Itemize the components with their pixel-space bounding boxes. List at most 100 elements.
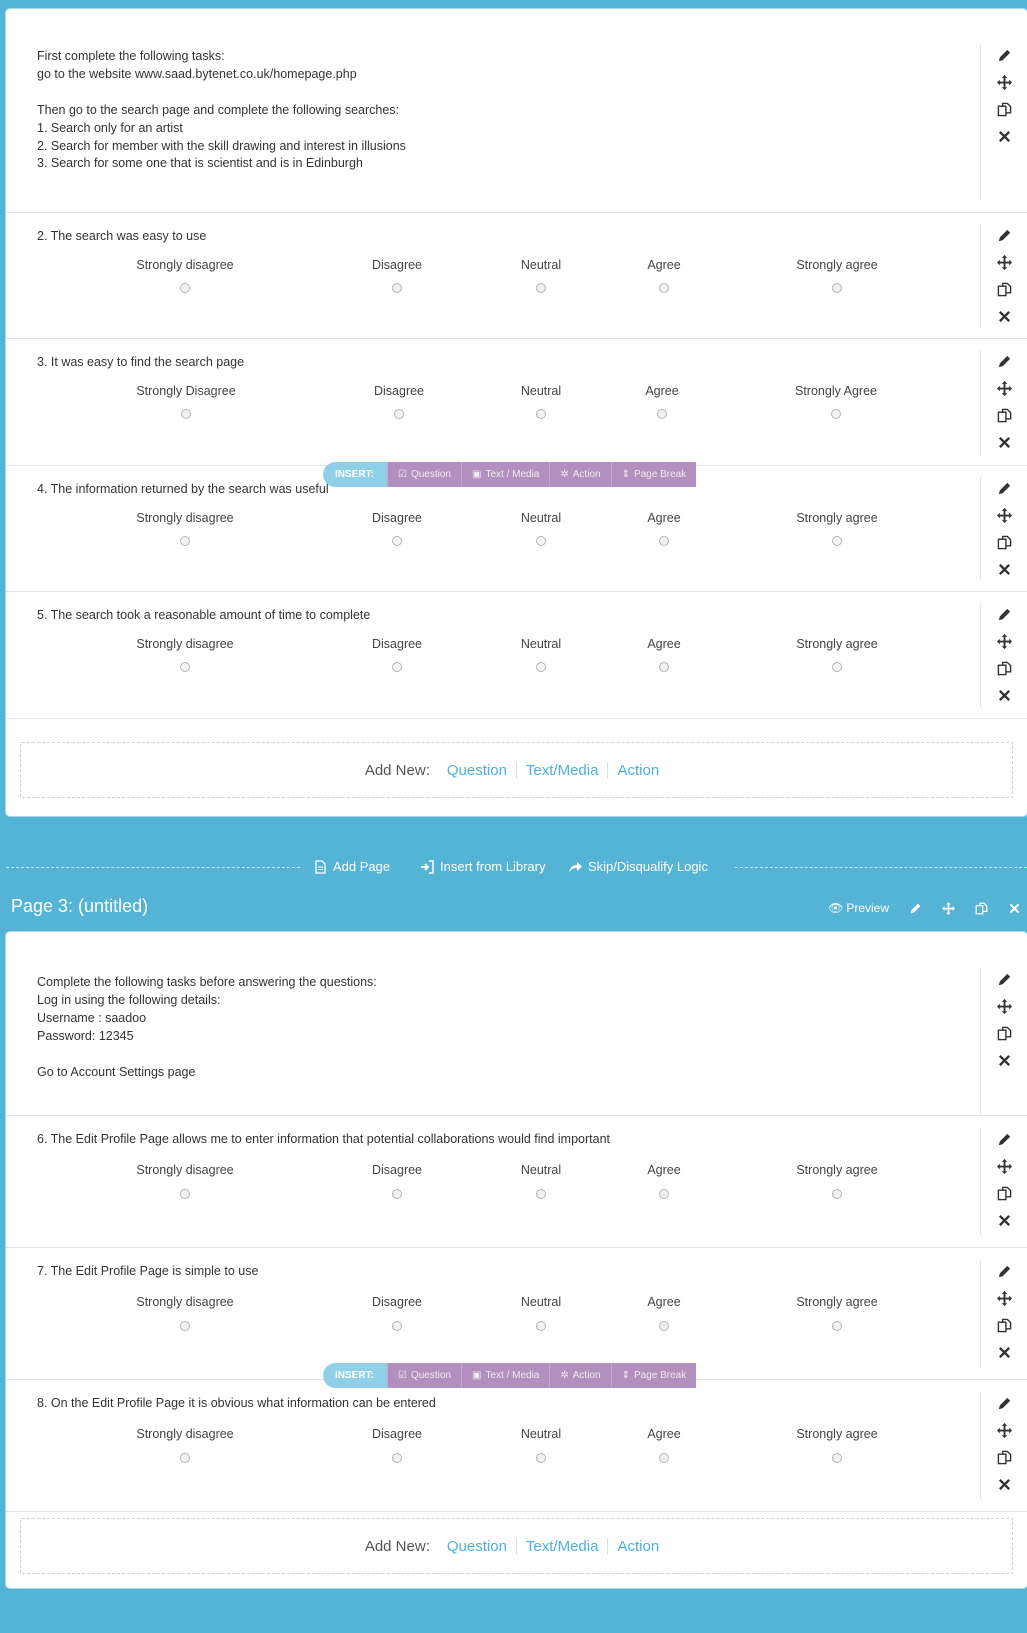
radio-option[interactable] (180, 283, 190, 293)
radio-option[interactable] (536, 1189, 546, 1199)
radio-option[interactable] (657, 409, 667, 419)
add-question-link[interactable]: Question (438, 1538, 516, 1555)
radio-option[interactable] (659, 283, 669, 293)
question-block-8[interactable]: 8. On the Edit Profile Page it is obviou… (6, 1380, 1027, 1512)
insert-action-button[interactable]: ✲ Action (549, 1363, 611, 1388)
question-block-2[interactable]: 2. The search was easy to use Strongly d… (6, 213, 1027, 339)
delete-x-icon[interactable] (995, 307, 1013, 325)
radio-option[interactable] (659, 1453, 669, 1463)
delete-x-icon[interactable] (995, 560, 1013, 578)
edit-pencil-icon[interactable] (995, 46, 1013, 64)
edit-pencil-icon[interactable] (995, 479, 1013, 497)
radio-option[interactable] (180, 1189, 190, 1199)
delete-x-icon[interactable] (995, 686, 1013, 704)
radio-option[interactable] (832, 1321, 842, 1331)
radio-option[interactable] (392, 536, 402, 546)
insert-text-media-button[interactable]: ▣ Text / Media (461, 1363, 550, 1388)
text-block-page3[interactable]: Complete the following tasks before answ… (6, 932, 1027, 1116)
radio-option[interactable] (832, 1453, 842, 1463)
copy-icon[interactable] (995, 1448, 1013, 1466)
move-arrows-icon[interactable] (995, 379, 1013, 397)
add-action-link[interactable]: Action (608, 762, 668, 779)
radio-option[interactable] (659, 1321, 669, 1331)
copy-icon[interactable] (995, 659, 1013, 677)
move-arrows-icon[interactable] (995, 1421, 1013, 1439)
copy-icon[interactable] (995, 406, 1013, 424)
radio-option[interactable] (536, 1321, 546, 1331)
radio-option[interactable] (536, 662, 546, 672)
add-action-link[interactable]: Action (608, 1538, 668, 1555)
copy-icon[interactable] (995, 533, 1013, 551)
radio-option[interactable] (536, 536, 546, 546)
radio-option[interactable] (180, 1453, 190, 1463)
add-page-button[interactable]: Add Page (313, 859, 390, 874)
radio-option[interactable] (392, 662, 402, 672)
insert-page-break-button[interactable]: ⇕ Page Break (610, 462, 697, 487)
move-arrows-icon[interactable] (995, 73, 1013, 91)
radio-option[interactable] (181, 409, 191, 419)
question-block-5[interactable]: 5. The search took a reasonable amount o… (6, 592, 1027, 719)
copy-icon[interactable] (995, 1024, 1013, 1042)
copy-icon[interactable] (995, 1184, 1013, 1202)
question-block-3[interactable]: 3. It was easy to find the search page S… (6, 339, 1027, 466)
delete-x-icon[interactable] (995, 127, 1013, 145)
move-arrows-icon[interactable] (995, 1157, 1013, 1175)
insert-page-break-button[interactable]: ⇕ Page Break (610, 1363, 697, 1388)
move-arrows-icon[interactable] (995, 506, 1013, 524)
insert-question-button[interactable]: ☑ Question (387, 462, 461, 487)
page-edit-button[interactable] (909, 902, 922, 915)
page-title[interactable]: Page 3: (untitled) (11, 896, 148, 917)
radio-option[interactable] (394, 409, 404, 419)
edit-pencil-icon[interactable] (995, 1130, 1013, 1148)
radio-option[interactable] (180, 662, 190, 672)
copy-icon[interactable] (995, 100, 1013, 118)
move-arrows-icon[interactable] (995, 997, 1013, 1015)
radio-option[interactable] (659, 1189, 669, 1199)
radio-option[interactable] (180, 536, 190, 546)
radio-option[interactable] (536, 283, 546, 293)
delete-x-icon[interactable] (995, 433, 1013, 451)
preview-button[interactable]: 👁 Preview (828, 901, 889, 915)
question-block-6[interactable]: 6. The Edit Profile Page allows me to en… (6, 1116, 1027, 1248)
page-copy-button[interactable] (975, 902, 988, 915)
radio-option[interactable] (392, 1189, 402, 1199)
radio-option[interactable] (392, 1453, 402, 1463)
insert-library-button[interactable]: Insert from Library (420, 859, 545, 874)
radio-option[interactable] (832, 536, 842, 546)
radio-option[interactable] (392, 283, 402, 293)
edit-pencil-icon[interactable] (995, 352, 1013, 370)
edit-pencil-icon[interactable] (995, 605, 1013, 623)
delete-x-icon[interactable] (995, 1211, 1013, 1229)
add-question-link[interactable]: Question (438, 762, 516, 779)
move-arrows-icon[interactable] (995, 253, 1013, 271)
edit-pencil-icon[interactable] (995, 970, 1013, 988)
add-text-media-link[interactable]: Text/Media (517, 1538, 608, 1555)
skip-logic-button[interactable]: Skip/Disqualify Logic (568, 859, 708, 874)
edit-pencil-icon[interactable] (995, 1262, 1013, 1280)
radio-option[interactable] (832, 662, 842, 672)
radio-option[interactable] (180, 1321, 190, 1331)
move-arrows-icon[interactable] (995, 1289, 1013, 1307)
radio-option[interactable] (832, 283, 842, 293)
insert-question-button[interactable]: ☑ Question (387, 1363, 461, 1388)
radio-option[interactable] (659, 662, 669, 672)
copy-icon[interactable] (995, 280, 1013, 298)
delete-x-icon[interactable] (995, 1051, 1013, 1069)
radio-option[interactable] (831, 409, 841, 419)
edit-pencil-icon[interactable] (995, 226, 1013, 244)
text-block-page2[interactable]: First complete the following tasks: go t… (6, 9, 1027, 213)
add-text-media-link[interactable]: Text/Media (517, 762, 608, 779)
edit-pencil-icon[interactable] (995, 1394, 1013, 1412)
radio-option[interactable] (392, 1321, 402, 1331)
copy-icon[interactable] (995, 1316, 1013, 1334)
question-block-7[interactable]: 7. The Edit Profile Page is simple to us… (6, 1248, 1027, 1380)
move-arrows-icon[interactable] (995, 632, 1013, 650)
page-move-button[interactable] (942, 901, 955, 915)
delete-x-icon[interactable] (995, 1475, 1013, 1493)
radio-option[interactable] (536, 1453, 546, 1463)
radio-option[interactable] (536, 409, 546, 419)
radio-option[interactable] (659, 536, 669, 546)
insert-action-button[interactable]: ✲ Action (549, 462, 611, 487)
page-delete-button[interactable] (1008, 902, 1021, 915)
radio-option[interactable] (832, 1189, 842, 1199)
